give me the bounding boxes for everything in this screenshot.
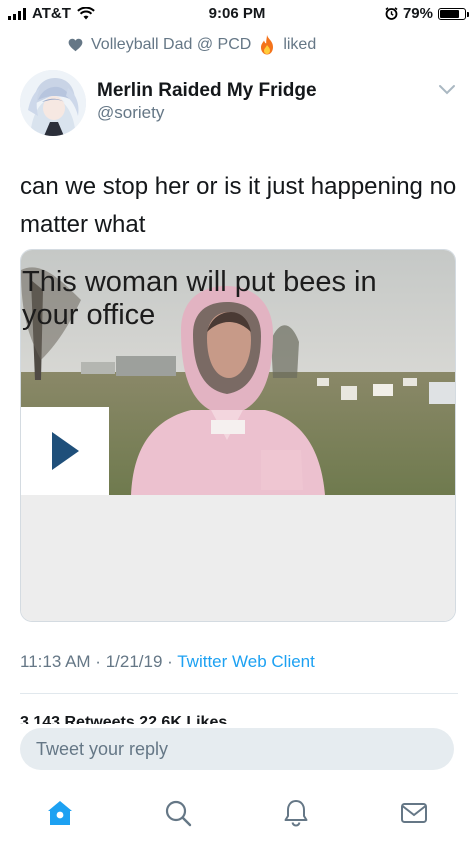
tweet-time: 11:13 AM (20, 652, 91, 671)
bell-icon (284, 800, 308, 827)
avatar-image (20, 70, 86, 136)
tweet-date: 1/21/19 (105, 652, 163, 671)
tweet-meta: 11:13 AM · 1/21/19 · Twitter Web Client (20, 652, 315, 671)
liked-action: liked (283, 36, 317, 53)
tweet-text: can we stop her or is it just happening … (20, 173, 457, 238)
heart-icon (68, 38, 83, 52)
social-context[interactable]: Volleyball Dad @ PCD liked (68, 34, 316, 56)
battery-percent: 79% (402, 5, 433, 22)
home-icon (48, 801, 72, 825)
divider (20, 693, 458, 694)
tweet-stats-text: 3,143 Retweets 22.6K Likes (20, 714, 228, 724)
tab-home[interactable] (42, 795, 78, 831)
liked-by-user: Volleyball Dad @ PCD (91, 36, 252, 53)
tweet-client-link[interactable]: Twitter Web Client (177, 652, 315, 671)
tab-messages[interactable] (396, 795, 432, 831)
fire-emoji-icon (261, 35, 274, 55)
author-name[interactable]: Merlin Raided My Fridge (97, 80, 317, 102)
chevron-down-icon[interactable] (438, 84, 456, 96)
author-handle[interactable]: @soriety (97, 103, 164, 123)
tab-notifications[interactable] (278, 795, 314, 831)
card-title[interactable]: This woman will put bees in your office (22, 266, 422, 332)
tweet-stats[interactable]: 3,143 Retweets 22.6K Likes (20, 708, 460, 724)
status-bar: AT&T 9:06 PM 79% (0, 0, 474, 28)
play-icon (52, 432, 79, 470)
avatar[interactable] (20, 70, 86, 136)
mail-icon (401, 803, 427, 823)
tab-bar (0, 785, 474, 843)
battery-icon (438, 7, 469, 20)
tab-search[interactable] (160, 795, 196, 831)
alarm-icon (385, 7, 398, 20)
play-button[interactable] (21, 407, 109, 495)
search-icon (165, 800, 192, 827)
status-right: 79% (385, 5, 469, 22)
card-caption[interactable] (21, 495, 455, 621)
reply-placeholder: Tweet your reply (36, 739, 169, 759)
